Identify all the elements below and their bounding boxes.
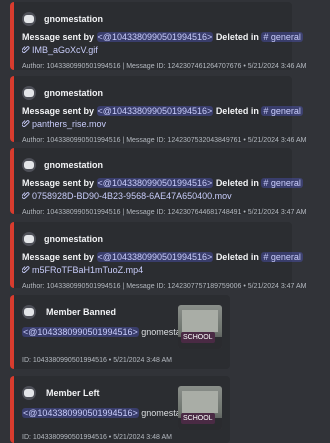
- embed-author: gnomestation: [22, 84, 284, 102]
- deleted-message-embed: gnomestation Message sent by <@104338099…: [10, 222, 307, 290]
- avatar[interactable]: [22, 158, 36, 172]
- embed-footer: ID: 1043380990501994516 • 5/21/2024 3:48…: [22, 357, 172, 364]
- user-thumbnail[interactable]: SCHOOL: [178, 386, 222, 430]
- member-left-embed: Member Left <@1043380990501994516> gnome…: [10, 376, 230, 443]
- avatar[interactable]: [22, 386, 36, 400]
- channel-mention[interactable]: # general: [261, 178, 303, 188]
- deleted-in-text: Deleted in: [215, 252, 259, 262]
- prefix-text: Message sent by: [22, 252, 95, 262]
- embed-footer: Author: 1043380990501994516 | Message ID…: [22, 283, 307, 290]
- avatar[interactable]: [22, 12, 36, 26]
- paperclip-icon: [21, 190, 30, 203]
- embed-title: Member Left: [46, 388, 100, 398]
- embed-description: Message sent by <@1043380990501994516> D…: [22, 251, 303, 264]
- embed-description: Message sent by <@1043380990501994516> D…: [22, 177, 303, 190]
- embed-footer: Author: 1043380990501994516 | Message ID…: [22, 209, 307, 216]
- discord-logo-icon: [24, 308, 34, 316]
- user-mention[interactable]: <@1043380990501994516>: [22, 408, 139, 418]
- avatar[interactable]: [22, 232, 36, 246]
- user-mention[interactable]: <@1043380990501994516>: [96, 106, 214, 116]
- embed-author: gnomestation: [22, 10, 284, 28]
- discord-logo-icon: [24, 161, 34, 169]
- prefix-text: Message sent by: [22, 32, 95, 42]
- attachment-link[interactable]: panthers_rise.mov: [21, 118, 284, 131]
- user-mention[interactable]: <@1043380990501994516>: [96, 32, 214, 42]
- discord-logo-icon: [24, 89, 34, 97]
- attachment-name[interactable]: m5FRoTFBaH1mTuoZ.mp4: [32, 264, 143, 277]
- attachment-name[interactable]: panthers_rise.mov: [32, 118, 106, 131]
- deleted-message-embed: gnomestation Message sent by <@104338099…: [10, 148, 307, 216]
- channel-mention[interactable]: # general: [261, 106, 303, 116]
- avatar[interactable]: [22, 86, 36, 100]
- user-mention[interactable]: <@1043380990501994516>: [96, 252, 214, 262]
- discord-logo-icon: [24, 389, 34, 397]
- prefix-text: Message sent by: [22, 178, 95, 188]
- user-mention[interactable]: <@1043380990501994516>: [96, 178, 214, 188]
- channel-mention[interactable]: # general: [261, 252, 303, 262]
- embed-author: gnomestation: [22, 156, 284, 174]
- author-name[interactable]: gnomestation: [44, 160, 103, 170]
- deleted-in-text: Deleted in: [215, 32, 259, 42]
- attachment-name[interactable]: IMB_aGoXcV.gif: [32, 44, 98, 57]
- member-banned-embed: Member Banned <@1043380990501994516> gno…: [10, 295, 230, 369]
- embed-title: Member Banned: [46, 307, 117, 317]
- user-mention[interactable]: <@1043380990501994516>: [22, 327, 139, 337]
- embed-footer: Author: 1043380990501994516 | Message ID…: [22, 137, 307, 144]
- attachment-link[interactable]: m5FRoTFBaH1mTuoZ.mp4: [21, 264, 284, 277]
- thumbnail-label: SCHOOL: [181, 413, 215, 424]
- discord-logo-icon: [24, 15, 34, 23]
- attachment-name[interactable]: 0758928D-BD90-4B23-9568-6AE47A650400.mov: [32, 190, 232, 203]
- embed-description: Message sent by <@1043380990501994516> D…: [22, 105, 303, 118]
- paperclip-icon: [21, 264, 30, 277]
- user-thumbnail[interactable]: SCHOOL: [178, 305, 222, 349]
- embed-description: Message sent by <@1043380990501994516> D…: [22, 31, 303, 44]
- embed-footer: Author: 1043380990501994516 | Message ID…: [22, 63, 307, 70]
- deleted-in-text: Deleted in: [215, 106, 259, 116]
- author-name[interactable]: gnomestation: [44, 14, 103, 24]
- embed-footer: ID: 1043380990501994516 • 5/21/2024 3:48…: [22, 434, 172, 441]
- attachment-link[interactable]: IMB_aGoXcV.gif: [21, 44, 284, 57]
- avatar[interactable]: [22, 305, 36, 319]
- embed-author: gnomestation: [22, 230, 284, 248]
- channel-mention[interactable]: # general: [261, 32, 303, 42]
- deleted-message-embed: gnomestation Message sent by <@104338099…: [10, 76, 307, 144]
- paperclip-icon: [21, 44, 30, 57]
- discord-logo-icon: [24, 235, 34, 243]
- deleted-message-embed: gnomestation Message sent by <@104338099…: [10, 2, 307, 70]
- deleted-in-text: Deleted in: [215, 178, 259, 188]
- thumbnail-label: SCHOOL: [181, 332, 215, 343]
- author-name[interactable]: gnomestation: [44, 88, 103, 98]
- paperclip-icon: [21, 118, 30, 131]
- attachment-link[interactable]: 0758928D-BD90-4B23-9568-6AE47A650400.mov: [21, 190, 284, 203]
- prefix-text: Message sent by: [22, 106, 95, 116]
- author-name[interactable]: gnomestation: [44, 234, 103, 244]
